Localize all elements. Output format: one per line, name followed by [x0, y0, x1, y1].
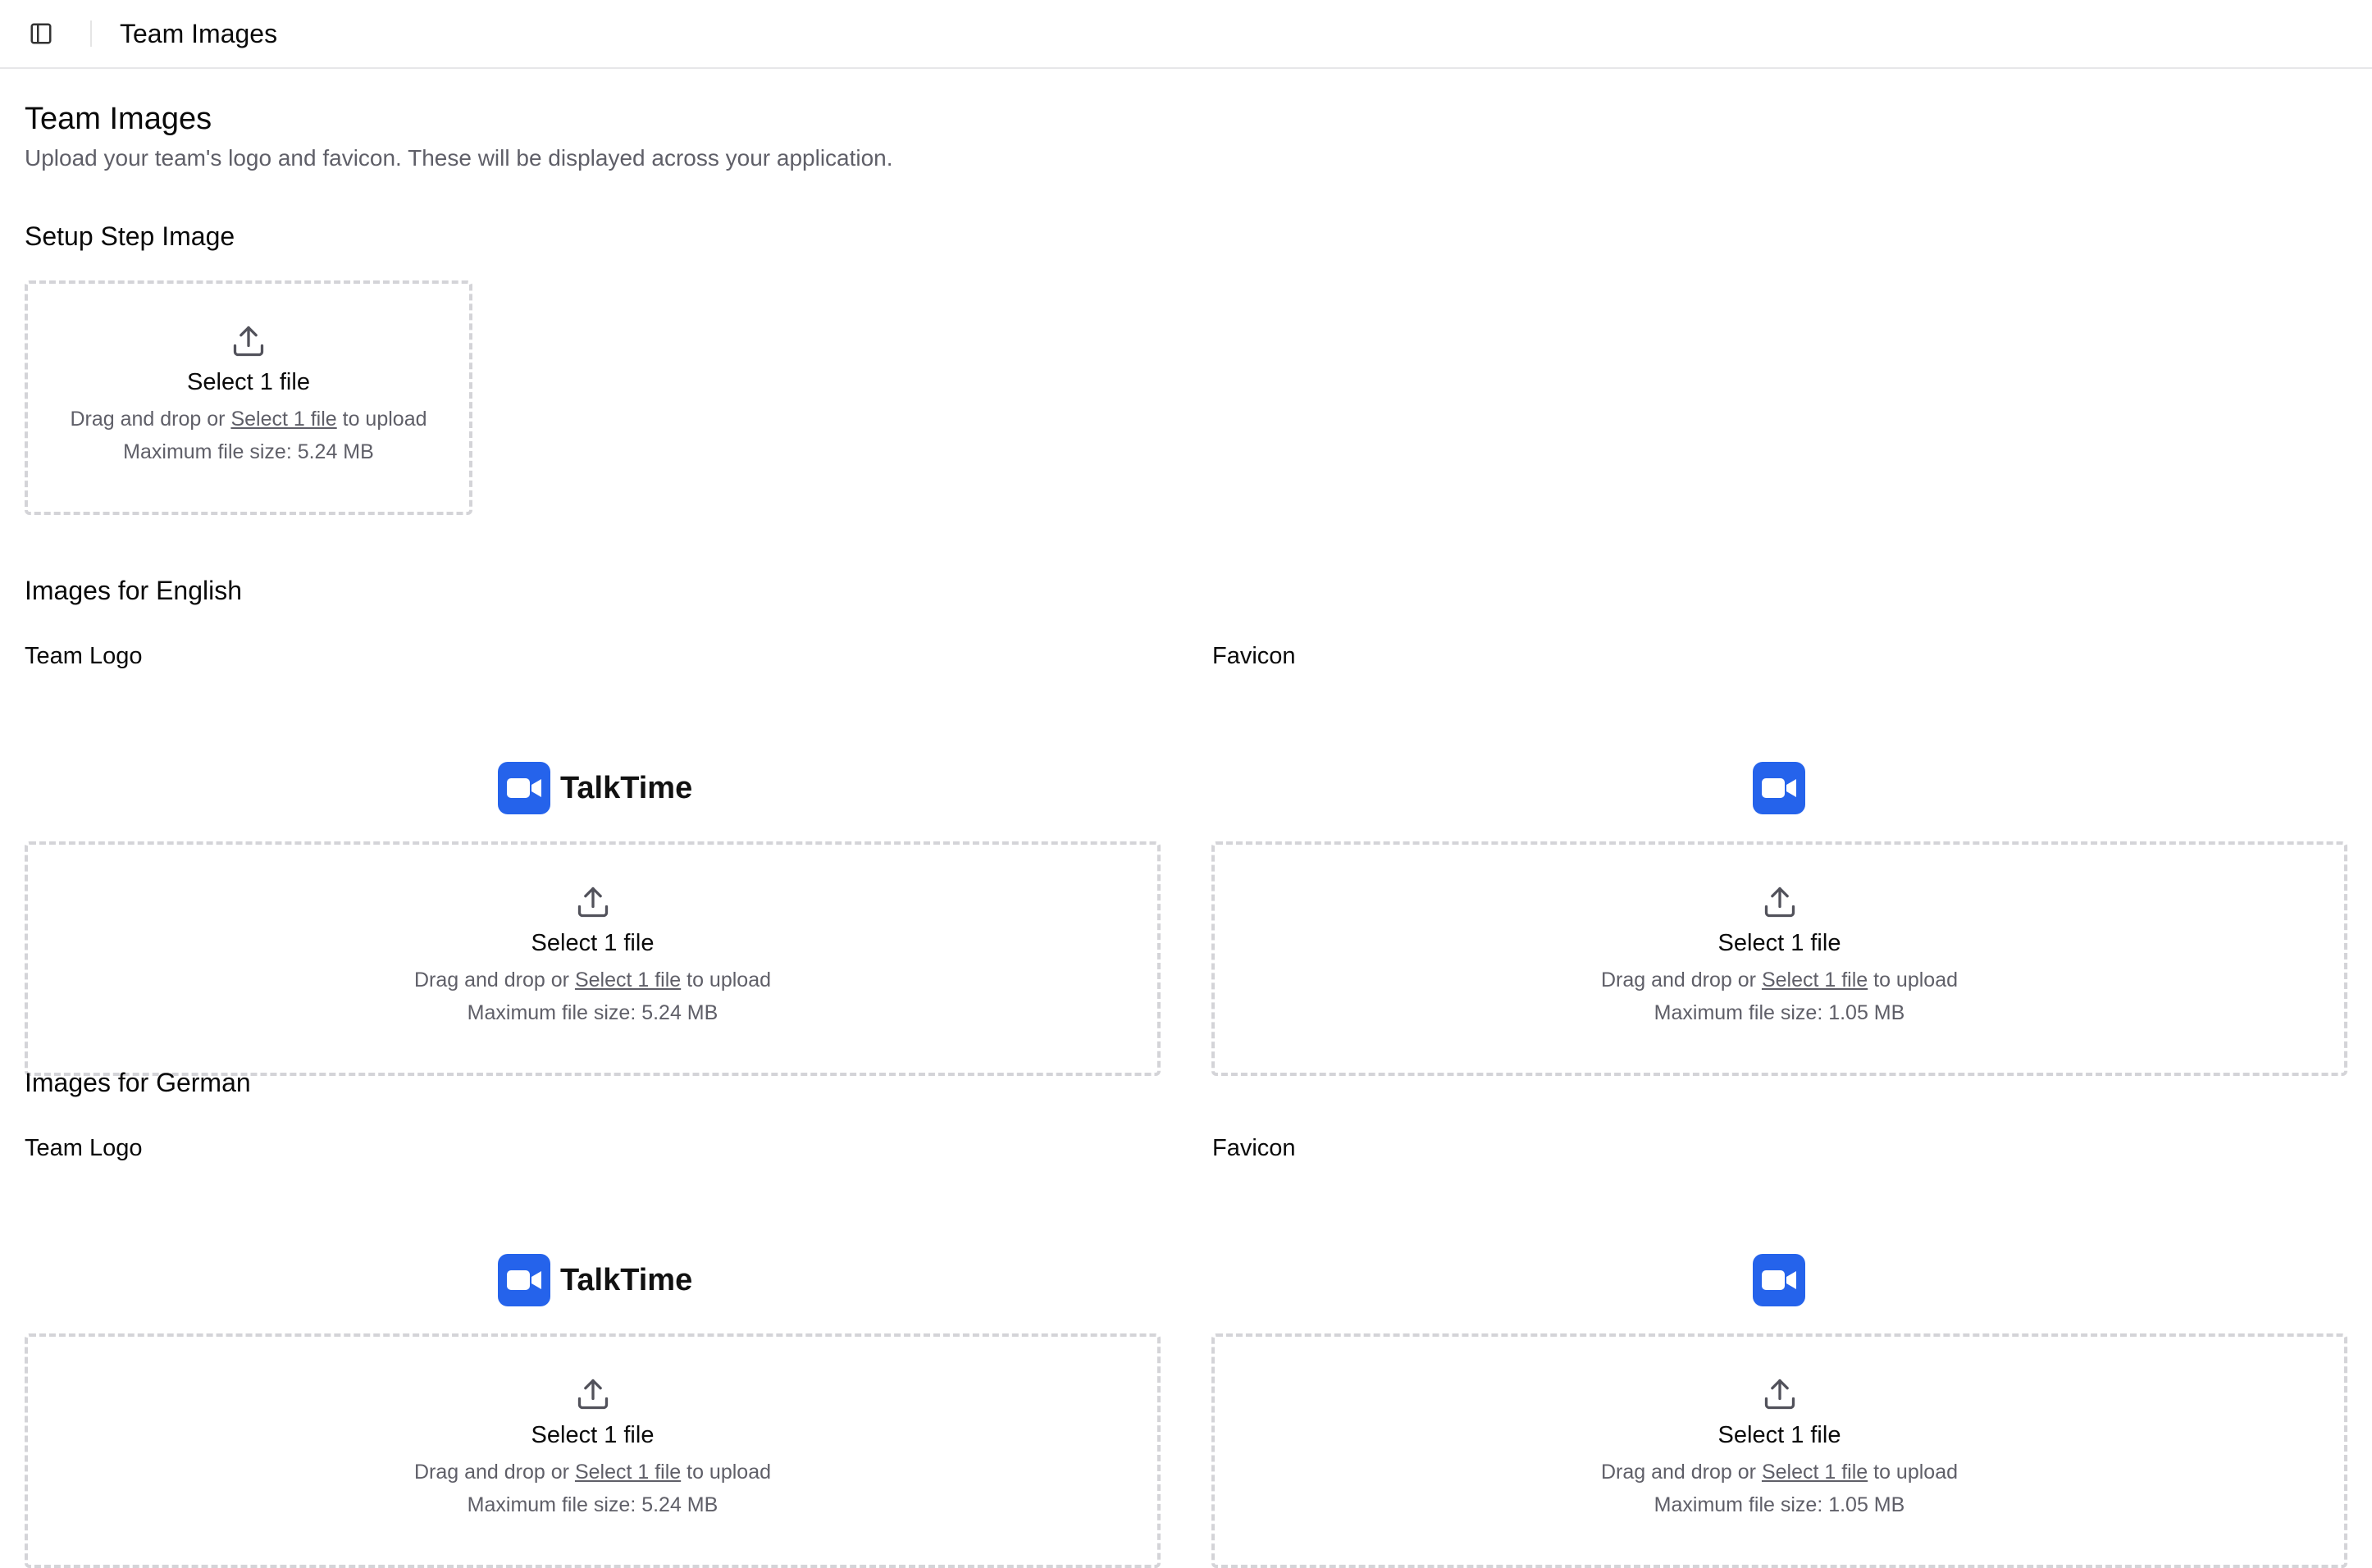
select-file-link[interactable]: Select 1 file — [230, 408, 336, 431]
max-file-size: Maximum file size: 5.24 MB — [467, 1493, 718, 1516]
dropzone-hint: Drag and drop or Select 1 file to upload — [1601, 1456, 1958, 1488]
upload-icon — [577, 887, 608, 918]
select-file-link[interactable]: Select 1 file — [575, 1461, 681, 1484]
dropzone-title: Select 1 file — [1717, 930, 1841, 956]
brand-name: TalkTime — [560, 1262, 693, 1297]
dropzone-hint: Drag and drop or Select 1 file to upload — [414, 964, 771, 996]
select-file-link[interactable]: Select 1 file — [575, 969, 681, 991]
english-team-logo-dropzone[interactable]: Select 1 file Drag and drop or Select 1 … — [25, 841, 1161, 1076]
page-title: Team Images — [25, 102, 212, 136]
max-file-size: Maximum file size: 1.05 MB — [1654, 1493, 1905, 1516]
german-favicon-label: Favicon — [1212, 1135, 1296, 1161]
dropzone-hint: Drag and drop or Select 1 file to upload — [1601, 964, 1958, 996]
dropzone-hint-prefix: Drag and drop or — [70, 408, 231, 431]
dropzone-title: Select 1 file — [1717, 1422, 1841, 1448]
section-title-english: Images for English — [25, 576, 243, 605]
video-camera-icon — [498, 1254, 550, 1306]
german-team-logo-label: Team Logo — [25, 1135, 143, 1161]
sidebar-toggle-icon — [30, 23, 52, 44]
max-file-size: Maximum file size: 1.05 MB — [1654, 1001, 1905, 1024]
sidebar-toggle-button[interactable] — [25, 17, 57, 50]
dropzone-hint-prefix: Drag and drop or — [413, 969, 575, 991]
english-favicon-dropzone[interactable]: Select 1 file Drag and drop or Select 1 … — [1211, 841, 2347, 1076]
english-favicon-preview — [1753, 762, 1805, 814]
dropzone-title: Select 1 file — [531, 1422, 655, 1448]
dropzone-hint: Drag and drop or Select 1 file to upload — [414, 1456, 771, 1488]
setup-image-dropzone[interactable]: Select 1 file Drag and drop or Select 1 … — [25, 280, 472, 515]
top-bar: Team Images — [0, 0, 2372, 69]
max-file-size: Maximum file size: 5.24 MB — [467, 1001, 718, 1024]
english-team-logo-label: Team Logo — [25, 643, 143, 669]
section-title-setup: Setup Step Image — [25, 221, 235, 251]
page-subtitle: Upload your team's logo and favicon. The… — [25, 145, 893, 171]
dropzone-hint-suffix: to upload — [1868, 969, 1959, 991]
video-camera-icon — [1753, 762, 1805, 814]
german-team-logo-dropzone[interactable]: Select 1 file Drag and drop or Select 1 … — [25, 1333, 1161, 1568]
select-file-link[interactable]: Select 1 file — [1762, 969, 1868, 991]
section-title-german: Images for German — [25, 1068, 251, 1097]
dropzone-title: Select 1 file — [187, 369, 310, 395]
german-favicon-dropzone[interactable]: Select 1 file Drag and drop or Select 1 … — [1211, 1333, 2347, 1568]
dropzone-hint-suffix: to upload — [336, 408, 427, 431]
dropzone-title: Select 1 file — [531, 930, 655, 956]
english-team-logo-preview: TalkTime — [498, 762, 692, 814]
header-divider — [90, 21, 92, 47]
video-camera-icon — [1753, 1254, 1805, 1306]
max-file-size: Maximum file size: 5.24 MB — [123, 440, 374, 463]
dropzone-hint-suffix: to upload — [681, 1461, 772, 1484]
upload-icon — [233, 326, 264, 357]
upload-icon — [1764, 1379, 1795, 1410]
dropzone-hint-suffix: to upload — [1868, 1461, 1959, 1484]
german-team-logo-preview: TalkTime — [498, 1254, 692, 1306]
dropzone-hint-suffix: to upload — [681, 969, 772, 991]
dropzone-hint-prefix: Drag and drop or — [1600, 1461, 1762, 1484]
header-title: Team Images — [120, 18, 278, 48]
brand-name: TalkTime — [560, 770, 693, 805]
select-file-link[interactable]: Select 1 file — [1762, 1461, 1868, 1484]
dropzone-hint-prefix: Drag and drop or — [413, 1461, 575, 1484]
english-favicon-label: Favicon — [1212, 643, 1296, 669]
dropzone-hint-prefix: Drag and drop or — [1600, 969, 1762, 991]
german-favicon-preview — [1753, 1254, 1805, 1306]
upload-icon — [577, 1379, 608, 1410]
upload-icon — [1764, 887, 1795, 918]
dropzone-hint: Drag and drop or Select 1 file to upload — [70, 403, 427, 435]
video-camera-icon — [498, 762, 550, 814]
